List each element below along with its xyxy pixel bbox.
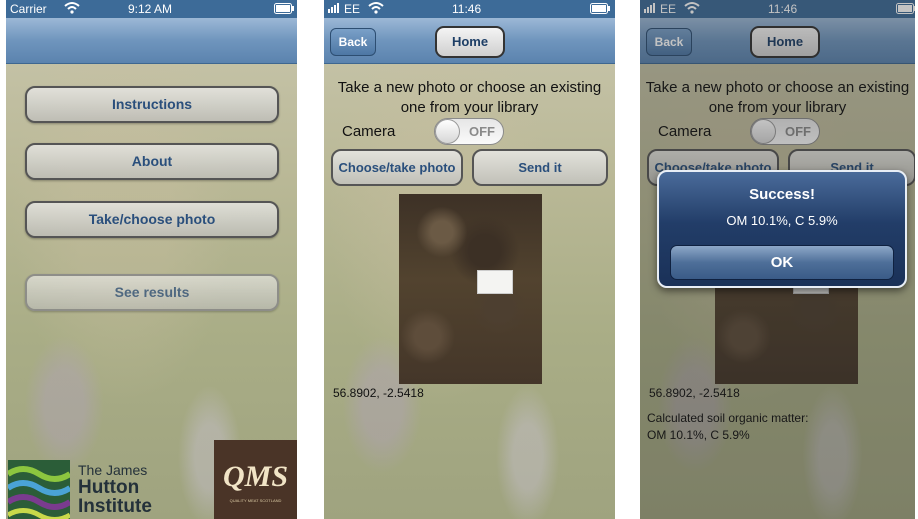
carrier-label: Carrier [10,2,47,16]
alert-message: OM 10.1%, C 5.9% [726,213,838,228]
navigation-bar: Back Home [324,18,615,64]
photo-screen: EE 11:46 Back Home Take a new photo or c… [324,0,615,519]
hutton-wordmark: The James Hutton Institute [78,462,152,517]
alert-title: Success! [749,186,815,203]
status-bar: Carrier 9:12 AM [6,0,297,18]
sponsor-logos: The James Hutton Institute QMS QUALITY M… [6,440,297,519]
battery-icon [274,3,294,17]
toggle-state: OFF [469,124,495,139]
signal-icon [328,1,342,16]
status-bar: EE 11:46 [324,0,615,18]
result-screen: EE 11:46 Back Home Take a new photo or c… [640,0,915,519]
status-time: 9:12 AM [128,2,173,16]
ok-button[interactable]: OK [670,245,894,280]
status-time: 11:46 [452,2,482,16]
carrier-label: EE [344,2,361,16]
back-button[interactable]: Back [330,28,376,56]
sample-label [477,270,513,294]
battery-icon [590,3,610,17]
photo-prompt: Take a new photo or choose an existing o… [337,79,602,116]
qms-logo: QMS QUALITY MEAT SCOTLAND [214,440,297,519]
camera-toggle[interactable]: OFF [434,118,504,145]
home-screen: Carrier 9:12 AM Instructions About Take/… [6,0,297,519]
success-alert: Success! OM 10.1%, C 5.9% OK [657,170,907,288]
navigation-bar [6,18,297,64]
home-button[interactable]: Home [435,26,505,58]
wifi-icon [64,1,80,17]
soil-photo [399,194,542,384]
take-choose-photo-button[interactable]: Take/choose photo [25,201,279,238]
wifi-icon [368,1,384,17]
send-it-button[interactable]: Send it [472,149,608,186]
see-results-button[interactable]: See results [25,274,279,311]
choose-take-photo-button[interactable]: Choose/take photo [331,149,463,186]
toggle-knob [435,119,460,144]
instructions-button[interactable]: Instructions [25,86,279,123]
about-button[interactable]: About [25,143,279,180]
camera-label: Camera [342,123,396,140]
hutton-logo [6,460,72,519]
gps-coordinates: 56.8902, -2.5418 [333,386,424,400]
